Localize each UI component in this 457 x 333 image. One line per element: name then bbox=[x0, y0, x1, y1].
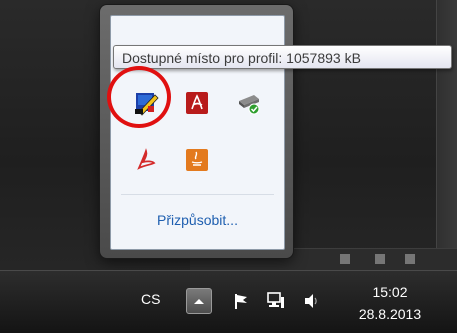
acrobat-reader-icon[interactable] bbox=[132, 146, 160, 174]
bg-toolbar-icon bbox=[340, 254, 350, 264]
adobe-acrobat-icon[interactable] bbox=[183, 89, 211, 117]
volume-icon[interactable] bbox=[300, 290, 322, 312]
bg-toolbar-icon bbox=[405, 254, 415, 264]
java-update-icon[interactable] bbox=[183, 146, 211, 174]
action-center-flag-icon[interactable] bbox=[230, 290, 252, 312]
bg-toolbar-icon bbox=[375, 254, 385, 264]
taskbar: CS 15:02 28.8.2013 bbox=[0, 270, 457, 333]
clock-date: 28.8.2013 bbox=[358, 306, 422, 322]
clock-time: 15:02 bbox=[372, 284, 408, 300]
popup-divider bbox=[121, 194, 274, 195]
show-hidden-icons-button[interactable] bbox=[186, 288, 212, 314]
chevron-up-icon bbox=[193, 292, 205, 310]
language-indicator[interactable]: CS bbox=[141, 291, 160, 307]
customize-link[interactable]: Přizpůsobit... bbox=[111, 212, 284, 228]
network-drive-icon[interactable] bbox=[235, 89, 263, 117]
network-icon[interactable] bbox=[265, 290, 287, 312]
profile-space-tooltip: Dostupné místo pro profil: 1057893 kB bbox=[113, 45, 452, 69]
drawing-tool-icon[interactable] bbox=[132, 89, 160, 117]
window-edge bbox=[436, 0, 457, 270]
notification-overflow-popup: Přizpůsobit... bbox=[100, 5, 293, 258]
clock[interactable]: 15:02 28.8.2013 bbox=[340, 281, 440, 325]
